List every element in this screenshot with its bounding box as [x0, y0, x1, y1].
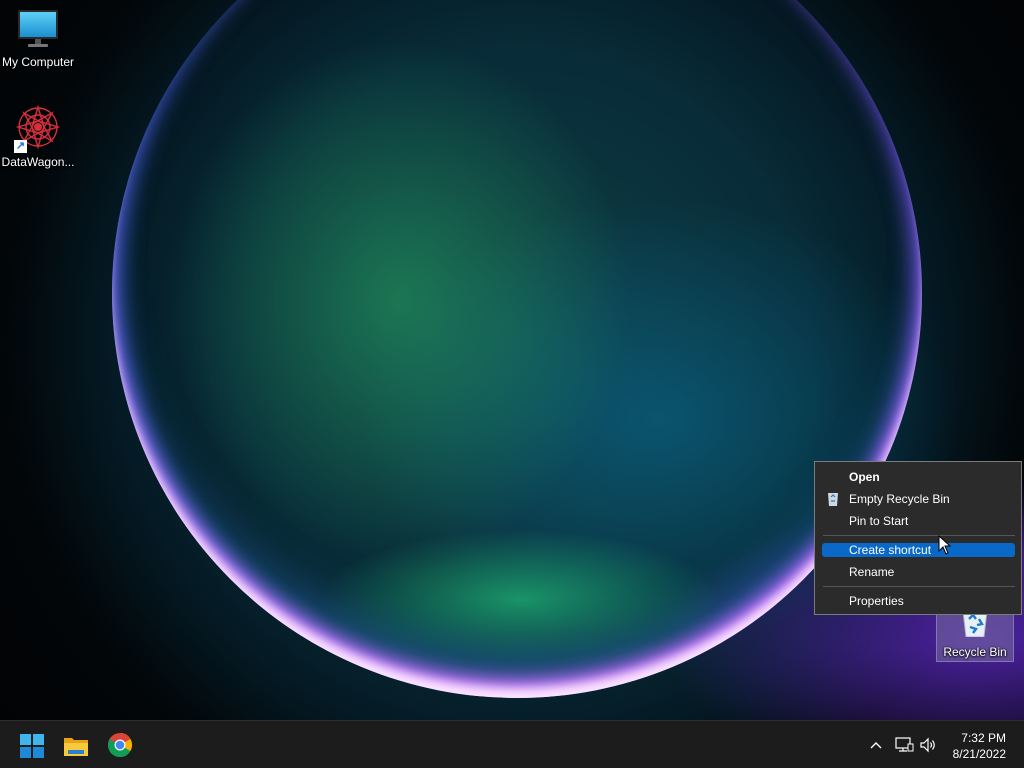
menu-item-properties[interactable]: Properties — [822, 594, 1015, 608]
menu-item-label: Properties — [849, 594, 904, 608]
folder-icon — [64, 738, 88, 756]
menu-item-pin-to-start[interactable]: Pin to Start — [822, 514, 1015, 528]
start-button[interactable] — [16, 729, 48, 761]
windows-start-icon — [20, 734, 44, 758]
desktop-icon-my-computer[interactable]: My Computer — [0, 8, 76, 69]
monitor-icon — [18, 10, 58, 47]
menu-separator — [823, 586, 1015, 587]
desktop-icon-label: DataWagon... — [1, 155, 75, 169]
menu-item-label: Open — [849, 470, 880, 484]
clock-time: 7:32 PM — [961, 731, 1006, 745]
menu-item-open[interactable]: Open — [822, 470, 1015, 484]
menu-item-label: Rename — [849, 565, 895, 579]
desktop-wallpaper[interactable]: My Computer ↗ DataWagon... Recycle Bin O… — [0, 0, 1024, 720]
clock-date: 8/21/2022 — [952, 747, 1006, 761]
menu-item-label: Create shortcut — [849, 543, 932, 557]
chrome-button[interactable] — [104, 729, 136, 761]
menu-item-rename[interactable]: Rename — [822, 565, 1015, 579]
recycle-bin-small-icon — [828, 493, 838, 506]
desktop-icon-datawagon[interactable]: ↗ DataWagon... — [0, 104, 76, 169]
menu-item-empty-recycle-bin[interactable]: Empty Recycle Bin — [822, 492, 1015, 506]
clock[interactable]: 7:32 PM 8/21/2022 — [953, 730, 1006, 762]
wallpaper-orb — [112, 0, 922, 698]
chevron-up-icon[interactable] — [866, 735, 886, 755]
volume-icon[interactable] — [918, 735, 938, 755]
shortcut-arrow-icon: ↗ — [14, 140, 27, 153]
file-explorer-button[interactable] — [60, 729, 92, 761]
chrome-icon — [107, 733, 133, 758]
menu-item-create-shortcut[interactable]: Create shortcut — [822, 543, 1015, 557]
mouse-pointer-icon — [938, 535, 952, 555]
taskbar: 7:32 PM 8/21/2022 — [0, 720, 1024, 768]
menu-item-label: Pin to Start — [849, 514, 909, 528]
network-icon[interactable] — [894, 735, 914, 755]
menu-item-label: Empty Recycle Bin — [849, 492, 950, 506]
desktop-icon-label: My Computer — [1, 55, 75, 69]
desktop-icon-label: Recycle Bin — [943, 645, 1007, 659]
menu-separator — [823, 535, 1015, 536]
context-menu: Open Empty Recycle Bin Pin to Start Crea… — [814, 461, 1022, 615]
